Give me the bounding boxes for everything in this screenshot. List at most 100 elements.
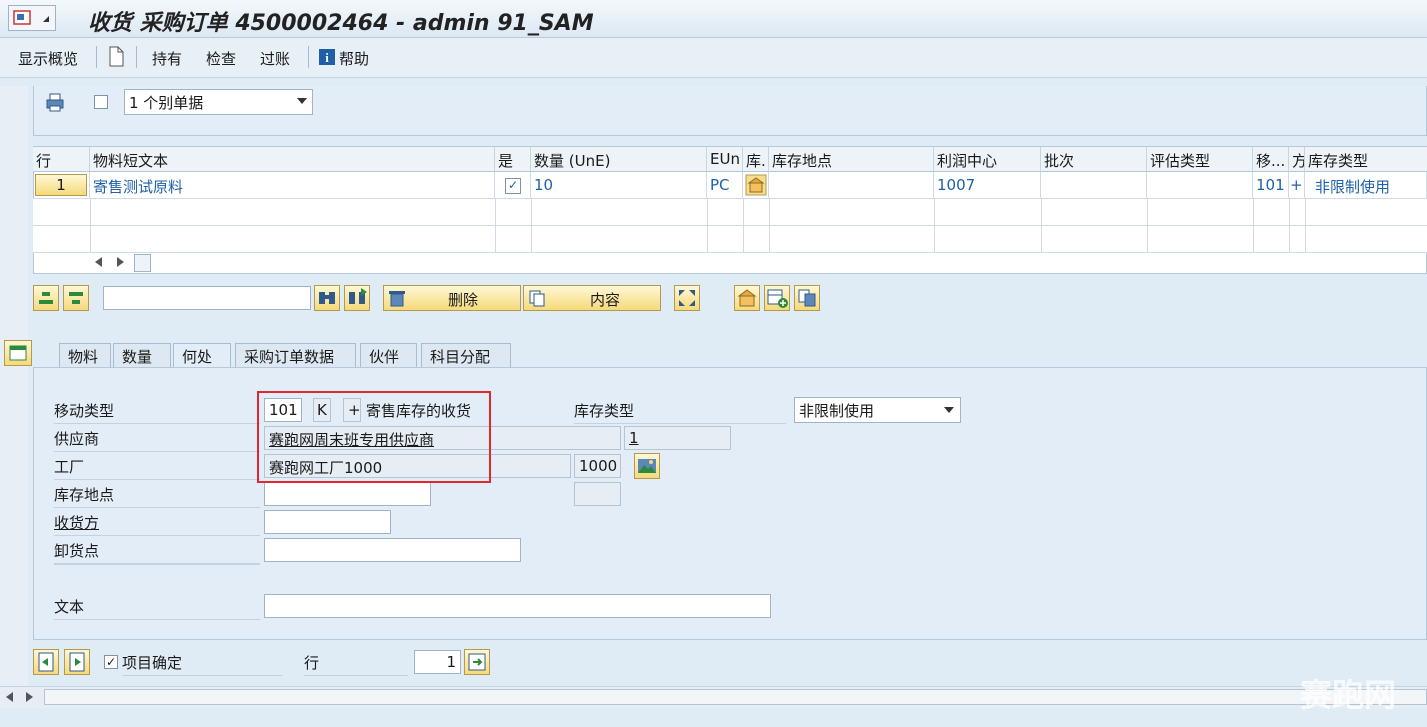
tab-quantity[interactable]: 数量 [113, 343, 171, 367]
select-checkbox[interactable] [94, 95, 108, 109]
col-quantity[interactable]: 数量 (UnE) [531, 147, 707, 172]
stock-type-cell: 非限制使用 [1305, 172, 1427, 199]
align-top-icon [39, 292, 53, 304]
grid-line [531, 199, 532, 253]
copy-document-icon [529, 290, 545, 307]
scroll-left-icon[interactable] [95, 257, 103, 267]
next-item-button[interactable] [64, 649, 90, 675]
tab-where[interactable]: 何处 [173, 343, 231, 367]
info-icon: i [319, 49, 335, 65]
header-panel: 1 个别单据 [33, 86, 1427, 136]
col-unit[interactable]: EUn [707, 147, 743, 172]
system-menu-button[interactable] [8, 5, 56, 31]
col-stock-icon[interactable]: 库. [743, 147, 769, 172]
binoculars-icon [319, 292, 335, 304]
check-menu[interactable]: 检查 [206, 48, 236, 69]
text-input[interactable] [264, 594, 771, 618]
transfer-button[interactable] [794, 285, 820, 311]
expand-icon [679, 290, 695, 306]
post-menu[interactable]: 过账 [260, 48, 290, 69]
document-select-value: 1 个别单据 [129, 94, 204, 112]
profit-center-cell: 1007 [934, 172, 1041, 199]
tab-partner[interactable]: 伙伴 [360, 343, 417, 367]
grid-line [1253, 199, 1254, 253]
hold-menu[interactable]: 持有 [152, 48, 182, 69]
scroll-thumb[interactable] [44, 689, 1427, 705]
tab-nav-button[interactable] [4, 340, 32, 366]
scroll-right-icon[interactable] [26, 692, 34, 702]
document-select-dropdown[interactable]: 1 个别单据 [124, 89, 313, 115]
col-line[interactable]: 行 [33, 147, 90, 172]
delete-button[interactable]: 删除 [383, 285, 521, 311]
plant-detail-button[interactable] [634, 453, 660, 479]
item-ok-checkbox[interactable]: ✓ [505, 178, 521, 194]
valuation-type-cell [1147, 172, 1253, 199]
tab-account-assignment[interactable]: 科目分配 [421, 343, 511, 367]
delete-button-label: 删除 [448, 291, 479, 309]
item-ok-checkbox[interactable]: ✓ [104, 655, 118, 669]
line-number-input[interactable]: 1 [414, 650, 461, 674]
left-strip [0, 86, 28, 686]
stock-type-dropdown[interactable]: 非限制使用 [794, 397, 961, 423]
find-button[interactable] [314, 285, 340, 311]
vendor-code[interactable]: 1 [624, 426, 731, 450]
previous-item-button[interactable] [33, 649, 59, 675]
chevron-down-icon [297, 98, 307, 104]
expand-button[interactable] [674, 285, 700, 311]
storage-location-input[interactable] [264, 482, 431, 506]
row-select-button[interactable]: 1 [35, 174, 87, 196]
scroll-left-icon[interactable] [6, 692, 14, 702]
printer-icon[interactable] [44, 92, 66, 112]
unloading-point-input[interactable] [264, 538, 521, 562]
col-material-text[interactable]: 物料短文本 [90, 147, 495, 172]
movement-type-cell: 101 [1253, 172, 1289, 199]
scroll-right-icon[interactable] [117, 257, 125, 267]
col-valuation-type[interactable]: 评估类型 [1147, 147, 1253, 172]
tab-list-icon [9, 345, 27, 361]
svg-text:i: i [325, 50, 329, 65]
scroll-thumb[interactable] [134, 254, 151, 272]
col-movement-type[interactable]: 移... [1253, 147, 1289, 172]
content-button[interactable]: 内容 [523, 285, 661, 311]
chevron-down-icon [944, 407, 954, 413]
help-menu[interactable]: 帮助 [339, 48, 369, 69]
line-label: 行 [304, 652, 408, 676]
grid-line [495, 199, 496, 253]
find-next-button[interactable] [344, 285, 370, 311]
col-batch[interactable]: 批次 [1041, 147, 1147, 172]
unit-cell: PC [707, 172, 743, 199]
storage-location-cell [769, 172, 934, 199]
grid-line [1041, 199, 1042, 253]
separator [96, 46, 97, 68]
search-input[interactable] [103, 286, 311, 310]
dropdown-icon [43, 16, 49, 22]
trash-icon [389, 291, 405, 307]
page-title: 收货 采购订单 4500002464 - admin 91_SAM [88, 11, 594, 36]
line-cell: 1 [33, 172, 90, 199]
ok-cell: ✓ [495, 172, 531, 199]
col-storage-location[interactable]: 库存地点 [769, 147, 934, 172]
col-ok[interactable]: 是 [495, 147, 531, 172]
new-document-icon[interactable] [108, 46, 124, 68]
align-top-button[interactable] [33, 285, 59, 311]
go-to-line-button[interactable] [464, 649, 490, 675]
overview-menu[interactable]: 显示概览 [18, 48, 78, 69]
col-direction[interactable]: 方 [1289, 147, 1305, 172]
batch-cell [1041, 172, 1147, 199]
warehouse-icon[interactable] [745, 174, 767, 196]
next-page-icon [69, 652, 85, 672]
storage-location-code [574, 482, 621, 506]
stock-overview-button[interactable] [734, 285, 760, 311]
align-bottom-button[interactable] [63, 285, 89, 311]
goto-icon [468, 653, 486, 671]
sap-menu-icon [13, 10, 31, 25]
recipient-input[interactable] [264, 510, 391, 534]
add-row-button[interactable] [764, 285, 790, 311]
stock-icon-cell [743, 172, 769, 199]
col-profit-center[interactable]: 利润中心 [934, 147, 1041, 172]
tab-material[interactable]: 物料 [59, 343, 111, 367]
col-stock-type[interactable]: 库存类型 [1305, 147, 1427, 172]
warehouse-icon [737, 289, 757, 307]
highlight-box [257, 391, 491, 483]
tab-po-data[interactable]: 采购订单数据 [235, 343, 356, 367]
